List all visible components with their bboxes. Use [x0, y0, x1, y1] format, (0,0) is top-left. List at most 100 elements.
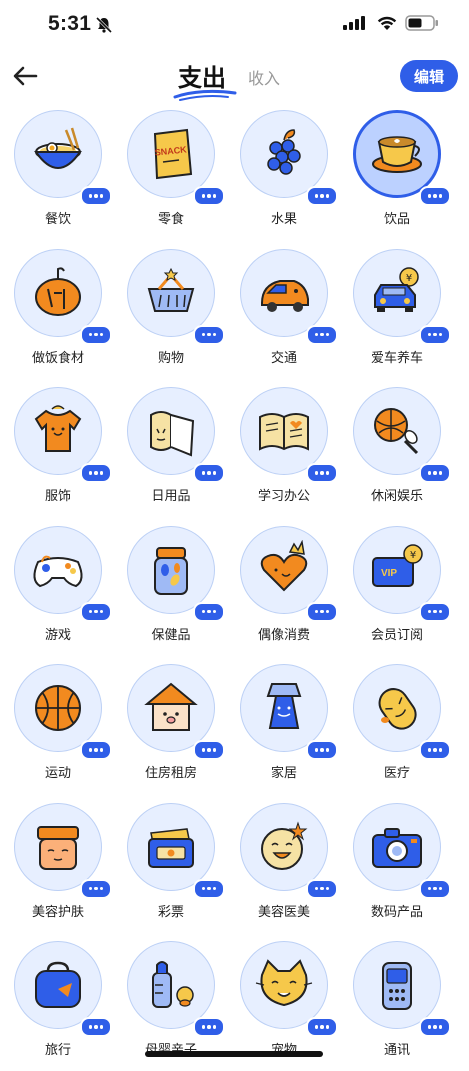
category-item[interactable]: SNACK 零食 — [115, 110, 227, 240]
category-item[interactable]: 旅行 — [2, 941, 114, 1071]
more-options-icon[interactable] — [419, 324, 451, 345]
category-item[interactable]: 日用品 — [115, 387, 227, 517]
category-item[interactable]: 交通 — [228, 248, 340, 379]
shopping-basket-icon — [141, 263, 201, 323]
svg-text:¥: ¥ — [410, 550, 416, 561]
more-options-icon[interactable] — [306, 463, 338, 483]
category-item[interactable]: 做饭食材 — [2, 248, 114, 379]
more-options-icon[interactable] — [193, 186, 225, 206]
tissue-roll-icon — [141, 401, 201, 461]
category-label: 零食 — [157, 212, 184, 227]
category-label: 饮品 — [383, 212, 410, 227]
tab-income[interactable]: 收入 — [248, 65, 280, 89]
lottery-ticket-icon — [141, 817, 201, 877]
more-options-icon[interactable] — [80, 186, 112, 206]
category-item[interactable]: 饮品 — [341, 110, 453, 240]
signal-icon — [343, 16, 365, 30]
cream-jar-icon — [28, 817, 88, 877]
more-options-icon[interactable] — [419, 463, 451, 483]
category-item[interactable]: 餐饮 — [2, 110, 114, 240]
category-label: 游戏 — [44, 627, 71, 643]
snack-bag-icon: SNACK — [141, 124, 201, 184]
category-item[interactable]: 水果 — [228, 110, 340, 240]
svg-text:¥: ¥ — [406, 273, 412, 284]
category-item[interactable]: 服饰 — [2, 387, 114, 517]
more-options-icon[interactable] — [419, 1017, 451, 1037]
grapes-icon — [254, 124, 314, 184]
more-options-icon[interactable] — [193, 1017, 225, 1037]
more-options-icon[interactable] — [80, 878, 112, 899]
more-options-icon[interactable] — [193, 324, 225, 345]
category-item[interactable]: 学习办公 — [228, 387, 340, 517]
category-label: 服饰 — [44, 489, 71, 504]
category-label: 保健品 — [151, 627, 191, 643]
more-options-icon[interactable] — [193, 878, 225, 899]
category-item[interactable]: 购物 — [115, 248, 227, 379]
travel-bag-icon — [28, 955, 88, 1015]
category-item[interactable]: 休闲娱乐 — [341, 387, 453, 517]
battery-icon — [405, 15, 438, 31]
baby-bottle-icon — [141, 955, 201, 1015]
category-label: 做饭食材 — [31, 350, 84, 366]
category-label: 偶像消费 — [257, 627, 310, 643]
more-options-icon[interactable] — [306, 324, 338, 345]
more-options-icon[interactable] — [80, 463, 112, 483]
more-options-icon[interactable] — [419, 186, 451, 206]
category-item[interactable]: 数码产品 — [341, 802, 453, 933]
more-options-icon[interactable] — [80, 601, 112, 622]
more-options-icon[interactable] — [306, 1017, 338, 1037]
more-options-icon[interactable] — [306, 601, 338, 622]
category-item[interactable]: ¥ 爱车养车 — [341, 248, 453, 379]
category-label: 家居 — [270, 766, 297, 781]
gamepad-icon — [28, 540, 88, 600]
smile-face-icon — [254, 817, 314, 877]
pumpkin-icon — [28, 263, 88, 323]
category-item[interactable]: 住房租房 — [115, 664, 227, 794]
category-label: 通讯 — [383, 1043, 410, 1058]
category-item[interactable]: 游戏 — [2, 525, 114, 656]
wifi-icon — [377, 16, 397, 30]
status-icons — [343, 15, 439, 31]
pill-jar-icon — [141, 540, 201, 600]
category-item[interactable]: 通讯 — [341, 941, 453, 1071]
category-item[interactable]: 保健品 — [115, 525, 227, 656]
basketball-racket-icon — [367, 401, 427, 461]
more-options-icon[interactable] — [306, 878, 338, 899]
category-item[interactable]: 美容护肤 — [2, 802, 114, 933]
svg-text:VIP: VIP — [381, 568, 397, 579]
more-options-icon[interactable] — [306, 186, 338, 206]
category-label: 医疗 — [383, 766, 410, 781]
category-item[interactable]: 美容医美 — [228, 802, 340, 933]
category-label: 餐饮 — [44, 212, 71, 227]
category-item[interactable]: 彩票 — [115, 802, 227, 933]
category-label: 购物 — [157, 350, 184, 366]
capsule-icon — [367, 678, 427, 738]
more-options-icon[interactable] — [193, 463, 225, 483]
category-label: 会员订阅 — [370, 627, 423, 643]
more-options-icon[interactable] — [193, 740, 225, 760]
more-options-icon[interactable] — [80, 1017, 112, 1037]
more-options-icon[interactable] — [80, 324, 112, 345]
tshirt-icon — [28, 401, 88, 461]
more-options-icon[interactable] — [419, 601, 451, 622]
category-label: 日用品 — [151, 489, 191, 504]
category-label: 住房租房 — [144, 766, 197, 781]
noodle-bowl-icon — [28, 124, 88, 184]
status-time: 5:31 — [48, 12, 92, 35]
bell-slash-icon — [95, 16, 113, 34]
more-options-icon[interactable] — [419, 740, 451, 760]
category-item[interactable]: 家居 — [228, 664, 340, 794]
more-options-icon[interactable] — [80, 740, 112, 760]
edit-button[interactable]: 编辑 — [400, 60, 458, 92]
idol-heart-crown-icon — [254, 539, 314, 600]
more-options-icon[interactable] — [193, 601, 225, 622]
car-icon — [254, 263, 314, 323]
back-arrow-icon[interactable] — [10, 60, 42, 92]
more-options-icon[interactable] — [419, 878, 451, 899]
category-item[interactable]: 运动 — [2, 664, 114, 794]
category-item[interactable]: 偶像消费 — [228, 525, 340, 656]
category-item[interactable]: VIP ¥ 会员订阅 — [341, 525, 453, 656]
category-label: 交通 — [270, 350, 297, 366]
category-item[interactable]: 医疗 — [341, 664, 453, 794]
more-options-icon[interactable] — [306, 740, 338, 760]
